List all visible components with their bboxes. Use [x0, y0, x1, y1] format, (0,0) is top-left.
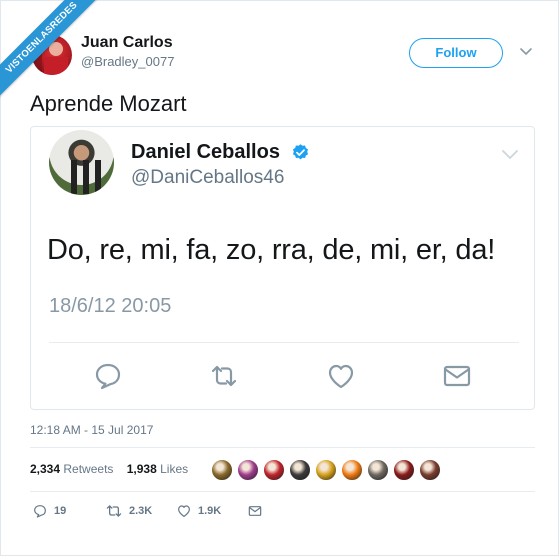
- quoted-text: Do, re, mi, fa, zo, rra, de, mi, er, da!: [47, 234, 496, 266]
- quoted-date: 18/6/12 20:05: [49, 295, 172, 317]
- divider: [30, 447, 535, 448]
- liker-avatar[interactable]: [315, 459, 337, 481]
- tweet-action-bar: 19 2.3K 1.9K: [30, 501, 330, 521]
- liker-avatar[interactable]: [237, 459, 259, 481]
- divider: [30, 491, 535, 492]
- follow-button[interactable]: Follow: [409, 38, 503, 68]
- like-count: 1.9K: [198, 505, 222, 517]
- message-icon: [443, 365, 471, 387]
- reply-count: 19: [54, 505, 67, 517]
- liker-avatar[interactable]: [341, 459, 363, 481]
- retweets-label[interactable]: Retweets: [63, 462, 113, 476]
- liker-avatar[interactable]: [367, 459, 389, 481]
- retweets-count[interactable]: 2,334: [30, 462, 60, 476]
- tweet-text: Aprende Mozart: [30, 91, 187, 116]
- retweet-icon: [106, 505, 122, 517]
- message-button[interactable]: [247, 501, 263, 521]
- like-icon: [178, 505, 190, 517]
- quoted-action-bar: [31, 360, 536, 392]
- reply-button[interactable]: 19: [32, 501, 66, 521]
- liker-avatar[interactable]: [393, 459, 415, 481]
- reply-icon: [34, 505, 46, 518]
- liker-avatar[interactable]: [211, 459, 233, 481]
- quoted-name: Daniel Ceballos: [131, 141, 280, 163]
- retweet-icon: [211, 365, 237, 387]
- message-icon: [248, 506, 262, 516]
- retweet-button[interactable]: 2.3K: [105, 501, 152, 521]
- liker-avatar[interactable]: [419, 459, 441, 481]
- tweet-timestamp[interactable]: 12:18 AM - 15 Jul 2017: [30, 423, 153, 437]
- reply-icon: [95, 363, 121, 390]
- quoted-screenshot-card: Daniel Ceballos @DaniCeballos46 Do, re, …: [30, 126, 535, 410]
- like-icon: [328, 364, 354, 389]
- liker-avatar[interactable]: [263, 459, 285, 481]
- retweet-count: 2.3K: [129, 505, 153, 517]
- user-name[interactable]: Juan Carlos: [81, 34, 173, 52]
- engagement-stats: 2,334 Retweets 1,938 Likes: [30, 462, 188, 476]
- liker-avatar[interactable]: [289, 459, 311, 481]
- likes-label[interactable]: Likes: [160, 462, 188, 476]
- likes-count[interactable]: 1,938: [127, 462, 157, 476]
- tweet-frame: VISTOENLASREDES Juan Carlos @Bradley_007…: [0, 0, 559, 556]
- divider: [49, 342, 519, 343]
- chevron-down-icon: [502, 150, 518, 160]
- chevron-down-icon[interactable]: [519, 47, 533, 57]
- like-button[interactable]: 1.9K: [176, 501, 221, 521]
- quoted-avatar: [49, 130, 114, 195]
- user-handle[interactable]: @Bradley_0077: [81, 54, 174, 69]
- quoted-handle: @DaniCeballos46: [131, 167, 285, 188]
- verified-badge-icon: [292, 144, 309, 160]
